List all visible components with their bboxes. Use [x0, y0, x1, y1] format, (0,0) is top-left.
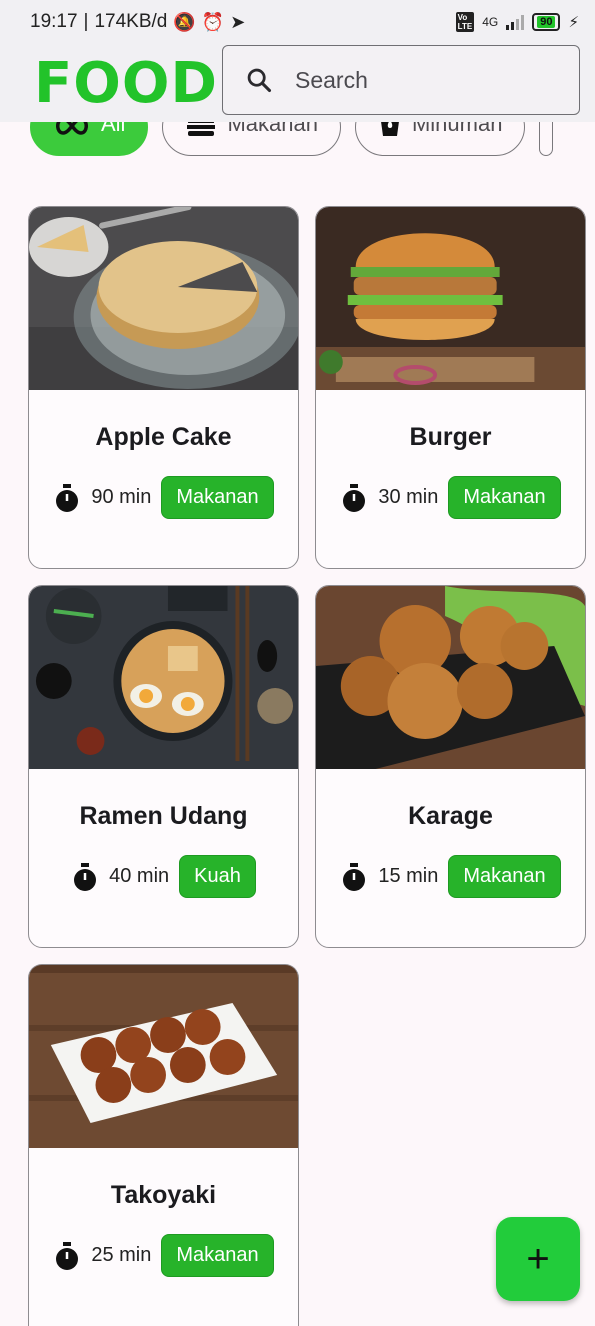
recipe-image-ramen-udang — [29, 586, 298, 769]
recipe-image-karage — [316, 586, 585, 769]
network-type: 4G — [482, 15, 499, 29]
recipe-title: Burger — [409, 423, 492, 451]
status-speed: 174KB/d — [94, 11, 168, 32]
category-badge: Makanan — [161, 476, 274, 519]
recipe-time: 15 min — [378, 865, 439, 887]
charging-icon: ⚡ — [568, 14, 579, 31]
recipe-time: 40 min — [109, 865, 170, 887]
status-bar: 19:17 | 174KB/d 🔕 ⏰ ➤ Vo LTE 4G 90 ⚡ — [0, 0, 595, 44]
app-header: FOOD Search — [0, 44, 595, 122]
category-badge: Makanan — [161, 1234, 274, 1277]
recipe-time: 25 min — [91, 1244, 152, 1266]
search-placeholder: Search — [295, 66, 368, 93]
search-icon — [247, 68, 272, 93]
recipe-time: 90 min — [91, 486, 152, 508]
signal-icon — [506, 14, 525, 30]
alarm-icon: ⏰ — [201, 11, 225, 32]
mute-notification-icon: 🔕 — [173, 11, 196, 32]
timer-icon — [343, 483, 366, 512]
telegram-icon: ➤ — [230, 11, 246, 32]
recipe-card-takoyaki[interactable]: Takoyaki 25 min Makanan — [28, 964, 299, 1326]
timer-icon — [56, 1241, 79, 1270]
battery-icon: 90 — [532, 13, 561, 31]
search-input[interactable]: Search — [222, 45, 580, 115]
recipe-card-burger[interactable]: Burger 30 min Makanan — [315, 206, 586, 569]
volte-icon: Vo LTE — [455, 12, 475, 32]
recipe-title: Apple Cake — [95, 423, 232, 451]
recipe-image-apple-cake — [29, 207, 298, 390]
category-badge: Makanan — [448, 855, 561, 898]
timer-icon — [74, 862, 97, 891]
plus-icon: + — [526, 1237, 550, 1281]
recipe-image-burger — [316, 207, 585, 390]
timer-icon — [343, 862, 366, 891]
add-recipe-button[interactable]: + — [496, 1217, 580, 1301]
recipe-card-ramen-udang[interactable]: Ramen Udang 40 min Kuah — [28, 585, 299, 948]
status-time: 19:17 — [30, 11, 78, 32]
recipe-card-karage[interactable]: Karage 15 min Makanan — [315, 585, 586, 948]
recipe-title: Takoyaki — [110, 1181, 217, 1209]
recipe-time: 30 min — [378, 486, 439, 508]
battery-level: 90 — [537, 16, 556, 28]
timer-icon — [56, 483, 79, 512]
recipe-card-apple-cake[interactable]: Apple Cake 90 min Makanan — [28, 206, 299, 569]
category-badge: Makanan — [448, 476, 561, 519]
recipe-image-takoyaki — [29, 965, 298, 1148]
category-badge: Kuah — [179, 855, 256, 898]
recipe-title: Ramen Udang — [79, 802, 248, 830]
recipe-title: Karage — [408, 802, 493, 830]
app-logo: FOOD — [34, 50, 218, 116]
